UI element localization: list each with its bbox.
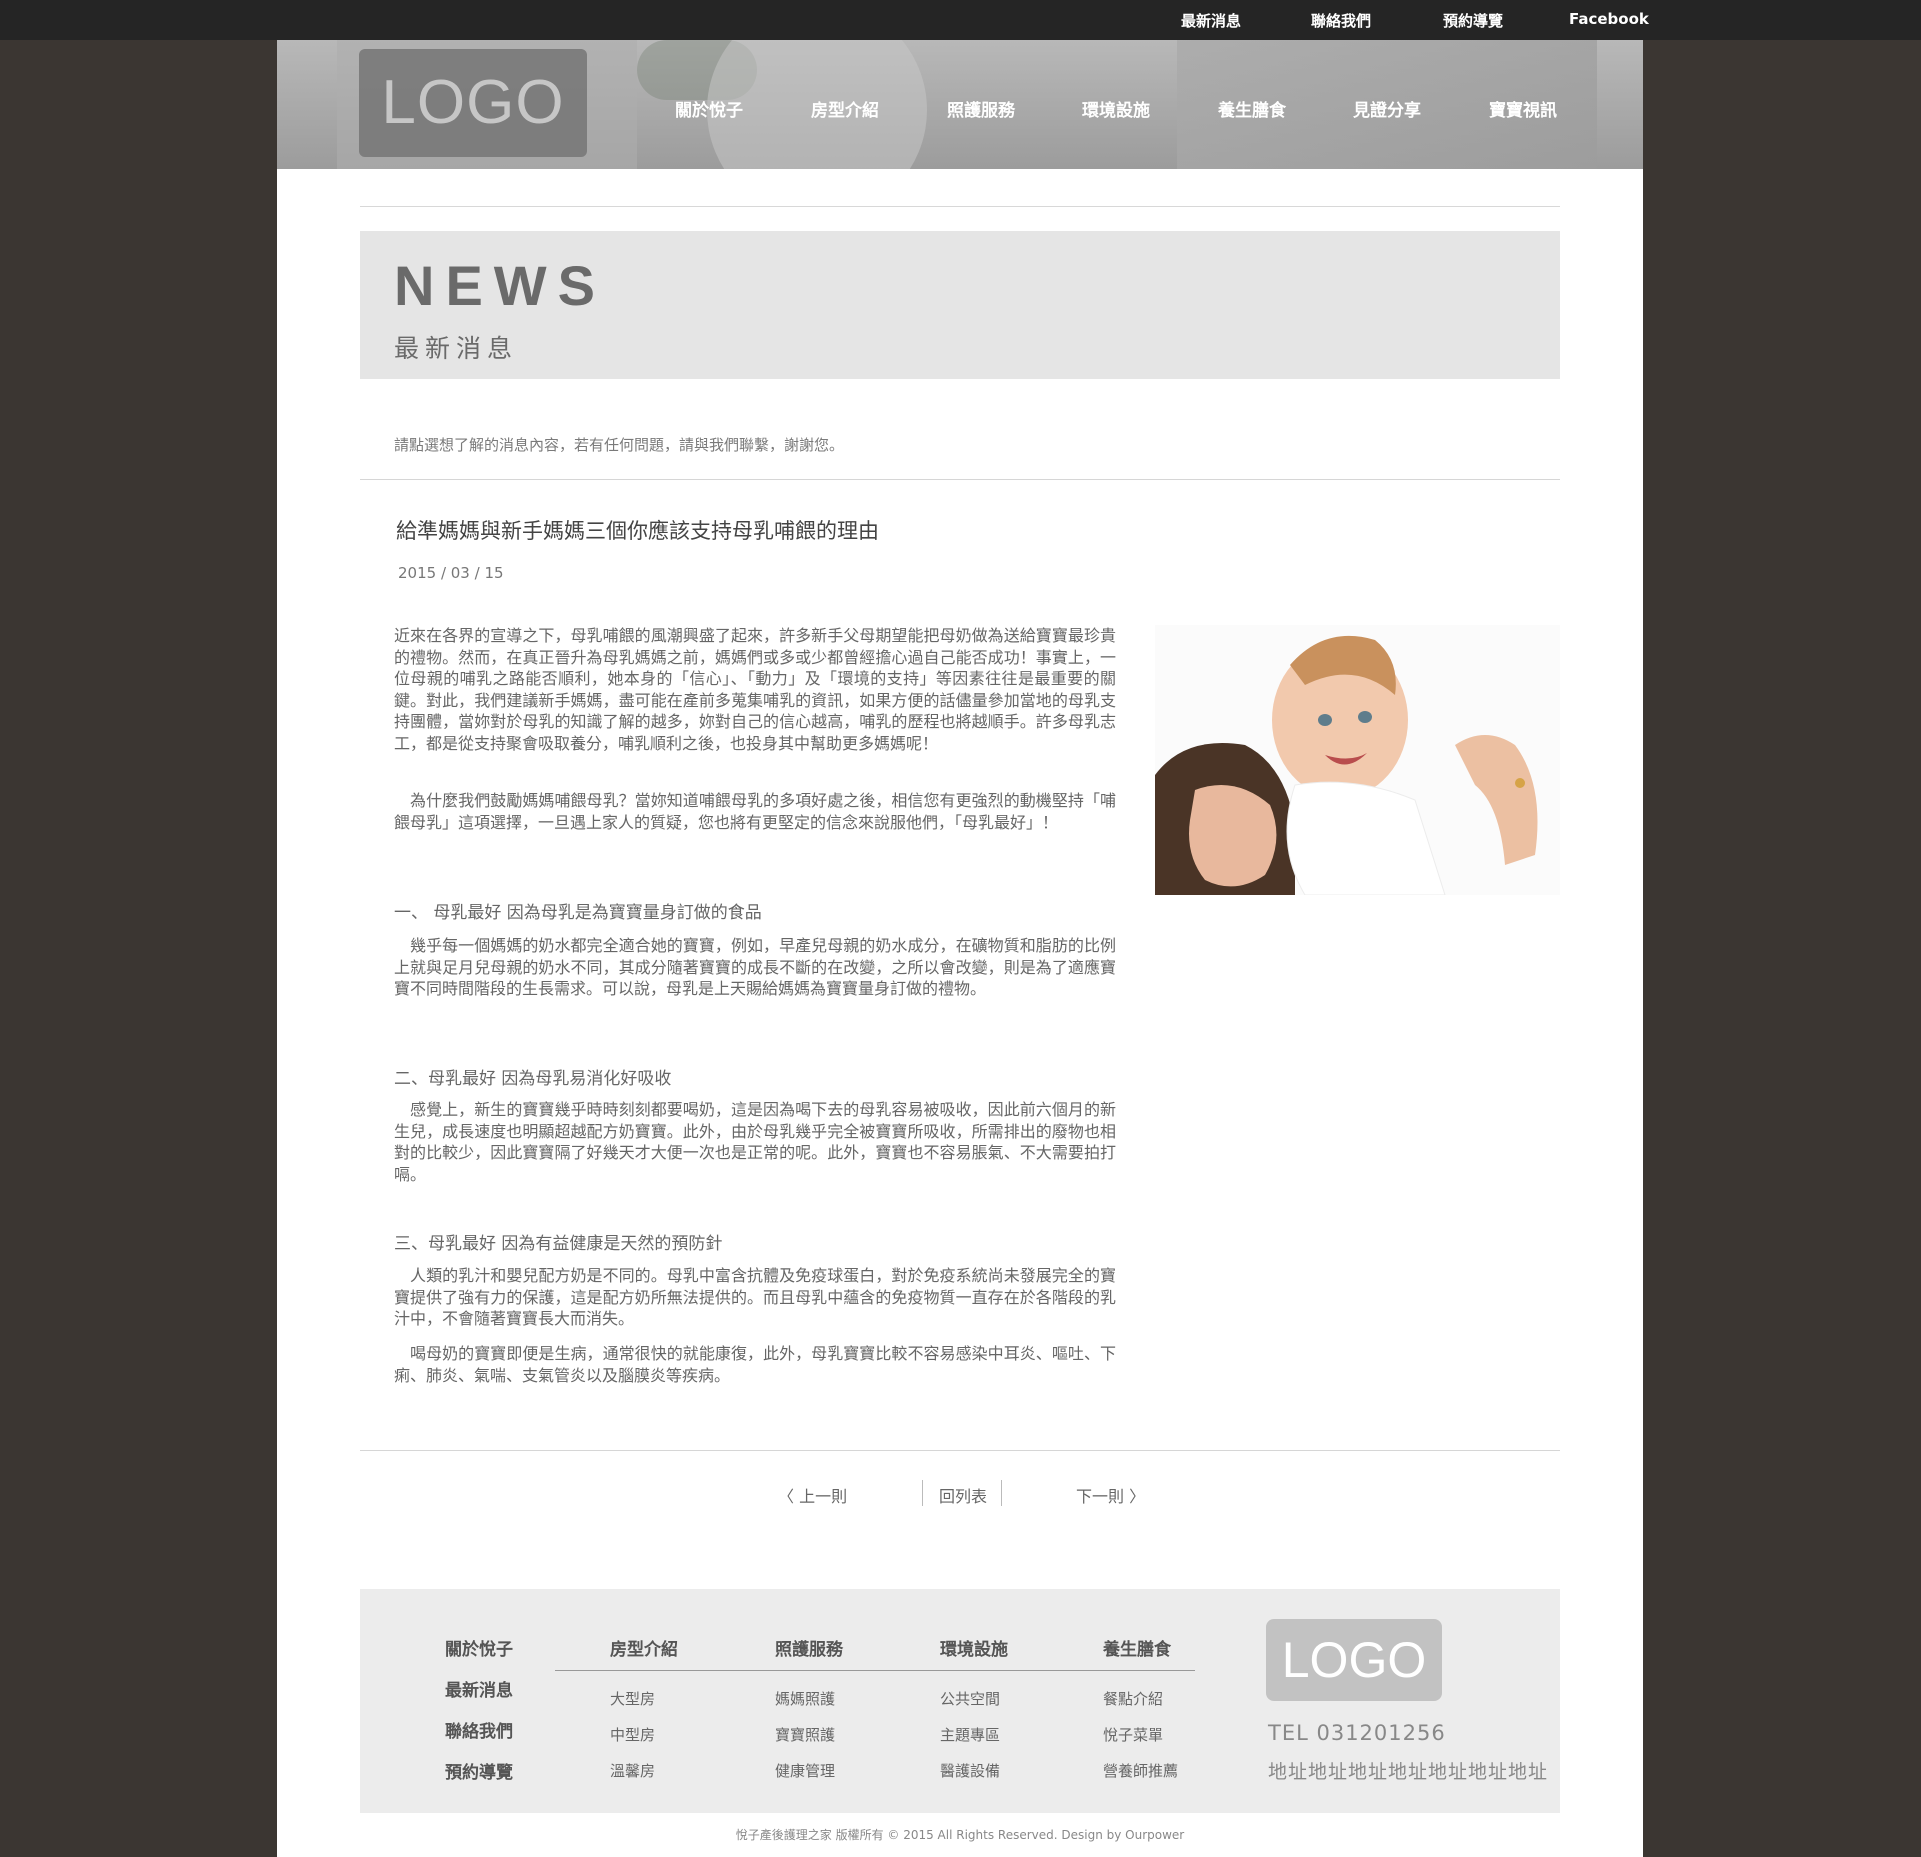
mother-baby-illustration (1155, 625, 1560, 895)
footer-link-medium-room[interactable]: 中型房 (610, 1724, 655, 1745)
footer-link-health[interactable]: 健康管理 (775, 1760, 835, 1781)
nav-rooms[interactable]: 房型介紹 (811, 96, 879, 121)
footer-link-about[interactable]: 關於悅子 (445, 1635, 513, 1660)
footer-phone: TEL 031201256 (1268, 1721, 1446, 1745)
top-link-contact[interactable]: 聯絡我們 (1311, 10, 1371, 31)
footer-address: 地址地址地址地址地址地址地址 (1268, 1761, 1549, 1783)
footer-link-large-room[interactable]: 大型房 (610, 1688, 655, 1709)
footer-link-menu[interactable]: 悅子菜單 (1103, 1724, 1163, 1745)
footer-heading-care[interactable]: 照護服務 (775, 1635, 843, 1660)
news-banner: NEWS 最新消息 (360, 231, 1560, 379)
nav-care[interactable]: 照護服務 (947, 96, 1015, 121)
prev-article-link[interactable]: 〈 上一則 (778, 1483, 847, 1507)
pager-divider (1001, 1480, 1002, 1506)
footer-link-baby-care[interactable]: 寶寶照護 (775, 1724, 835, 1745)
top-bar: 最新消息 聯絡我們 預約導覽 Facebook (0, 0, 1921, 40)
footer-link-theme-area[interactable]: 主題專區 (940, 1724, 1000, 1745)
back-to-list-link[interactable]: 回列表 (939, 1483, 987, 1507)
footer-link-contact[interactable]: 聯絡我們 (445, 1717, 513, 1742)
copyright-text: 悅子產後護理之家 版權所有 © 2015 All Rights Reserved… (735, 1828, 1185, 1842)
top-link-booking[interactable]: 預約導覽 (1443, 10, 1503, 31)
footer-heading-rooms[interactable]: 房型介紹 (610, 1635, 678, 1660)
site-header: LOGO 關於悅子 房型介紹 照護服務 環境設施 養生膳食 見證分享 寶寶視訊 (277, 40, 1643, 169)
footer-link-medical-equipment[interactable]: 醫護設備 (940, 1760, 1000, 1781)
footer-link-nutritionist[interactable]: 營養師推薦 (1103, 1760, 1178, 1781)
site-logo[interactable]: LOGO (359, 49, 587, 157)
article-title: 給準媽媽與新手媽媽三個你應該支持母乳哺餵的理由 (396, 519, 879, 543)
nav-testimonials[interactable]: 見證分享 (1353, 96, 1421, 121)
footer-heading-facilities[interactable]: 環境設施 (940, 1635, 1008, 1660)
footer-link-mother-care[interactable]: 媽媽照護 (775, 1688, 835, 1709)
next-article-link[interactable]: 下一則 〉 (1076, 1483, 1145, 1507)
footer-link-public-space[interactable]: 公共空間 (940, 1688, 1000, 1709)
nav-baby-video[interactable]: 寶寶視訊 (1489, 96, 1557, 121)
news-banner-title: NEWS (394, 254, 606, 317)
footer-link-booking[interactable]: 預約導覽 (445, 1758, 513, 1783)
nav-facilities[interactable]: 環境設施 (1082, 96, 1150, 121)
footer-link-meal-intro[interactable]: 餐點介紹 (1103, 1688, 1163, 1709)
article-paragraph: 近來在各界的宣導之下，母乳哺餵的風潮興盛了起來，許多新手父母期望能把母奶做為送給… (394, 626, 1116, 753)
intro-text: 請點選想了解的消息內容，若有任何問題，請與我們聯繫，謝謝您。 (394, 436, 845, 454)
divider (360, 1450, 1560, 1451)
site-footer: 關於悅子 最新消息 聯絡我們 預約導覽 房型介紹 照護服務 環境設施 養生膳食 … (360, 1589, 1560, 1813)
news-banner-subtitle: 最新消息 (394, 334, 519, 363)
article-paragraph: 人類的乳汁和嬰兒配方奶是不同的。母乳中富含抗體及免疫球蛋白，對於免疫系統尚未發展… (394, 1266, 1116, 1328)
pager-divider (922, 1480, 923, 1506)
article-paragraph: 感覺上，新生的寶寶幾乎時時刻刻都要喝奶，這是因為喝下去的母乳容易被吸收，因此前六… (394, 1100, 1116, 1184)
top-link-facebook[interactable]: Facebook (1569, 10, 1649, 28)
site-logo-text: LOGO (381, 68, 565, 137)
footer-logo[interactable]: LOGO (1266, 1619, 1442, 1701)
footer-link-cozy-room[interactable]: 溫馨房 (610, 1760, 655, 1781)
footer-heading-meals[interactable]: 養生膳食 (1103, 1635, 1171, 1660)
article-paragraph: 為什麼我們鼓勵媽媽哺餵母乳？當妳知道哺餵母乳的多項好處之後，相信您有更強烈的動機… (394, 791, 1116, 832)
article-section-heading: 一、 母乳最好 因為母乳是為寶寶量身訂做的食品 (394, 903, 762, 923)
article-section-heading: 二、母乳最好 因為母乳易消化好吸收 (394, 1069, 672, 1089)
footer-link-news[interactable]: 最新消息 (445, 1676, 513, 1701)
mother-baby-photo (1155, 625, 1560, 895)
footer-divider (555, 1670, 1195, 1671)
nav-meals[interactable]: 養生膳食 (1218, 96, 1286, 121)
divider (360, 206, 1560, 207)
page-container: LOGO 關於悅子 房型介紹 照護服務 環境設施 養生膳食 見證分享 寶寶視訊 … (277, 40, 1643, 1857)
article-date: 2015 / 03 / 15 (398, 564, 504, 582)
nav-about[interactable]: 關於悅子 (675, 96, 743, 121)
article-paragraph: 喝母奶的寶寶即便是生病，通常很快的就能康復，此外，母乳寶寶比較不容易感染中耳炎、… (394, 1344, 1116, 1385)
top-link-news[interactable]: 最新消息 (1181, 10, 1241, 31)
article-paragraph: 幾乎每一個媽媽的奶水都完全適合她的寶寶，例如，早產兒母親的奶水成分，在礦物質和脂… (394, 936, 1116, 998)
divider (360, 479, 1560, 480)
footer-logo-text: LOGO (1281, 1632, 1427, 1688)
article-section-heading: 三、母乳最好 因為有益健康是天然的預防針 (394, 1234, 723, 1254)
